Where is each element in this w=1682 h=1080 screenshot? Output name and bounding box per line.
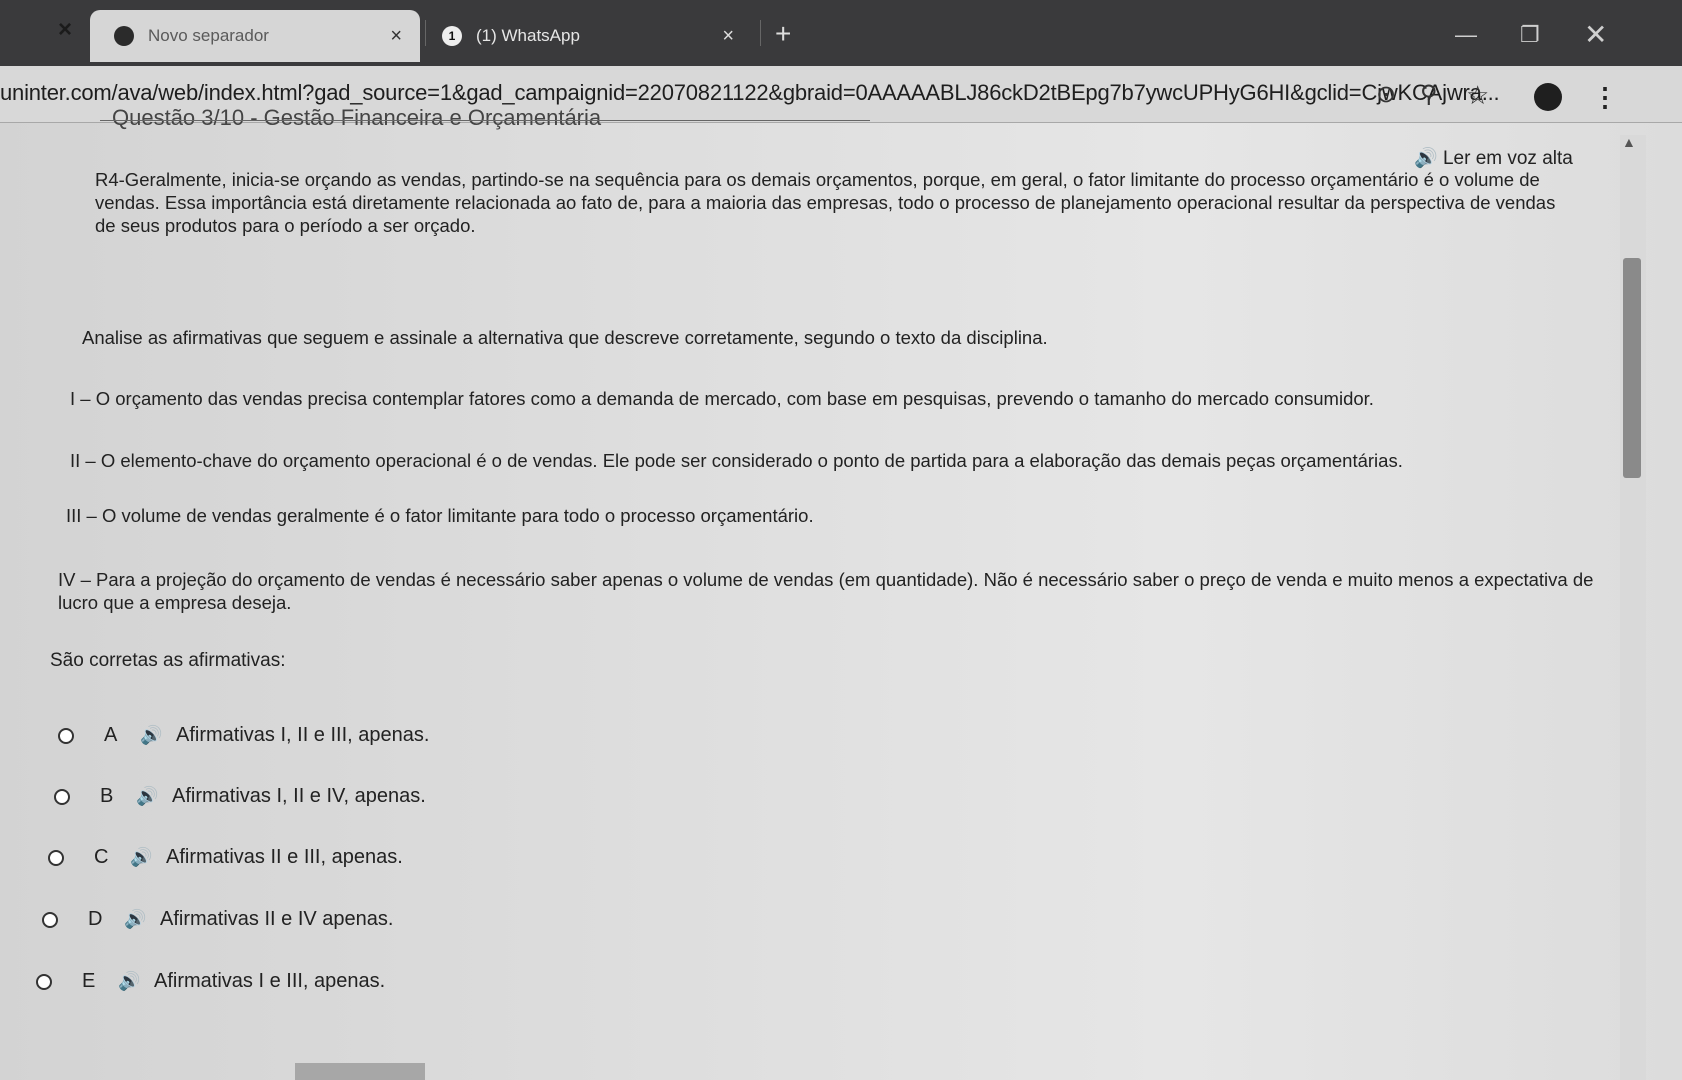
context-paragraph: R4-Geralmente, inicia-se orçando as vend… bbox=[95, 169, 1556, 236]
radio-button[interactable] bbox=[58, 727, 74, 744]
bookmark-star-icon[interactable]: ☆ bbox=[1466, 80, 1489, 111]
close-icon[interactable]: × bbox=[390, 25, 402, 48]
radio-button[interactable] bbox=[54, 788, 70, 805]
url-text[interactable]: uninter.com/ava/web/index.html?gad_sourc… bbox=[0, 80, 1500, 106]
incognito-lens-icon[interactable]: ⊙ bbox=[1376, 80, 1396, 109]
option-text: Afirmativas II e III, apenas. bbox=[166, 846, 403, 868]
option-letter: E bbox=[82, 970, 96, 992]
statement-2: II – O elemento-chave do orçamento opera… bbox=[70, 450, 1403, 471]
statement-1: I – O orçamento das vendas precisa conte… bbox=[70, 388, 1374, 409]
option-text: Afirmativas I, II e IV, apenas. bbox=[172, 785, 426, 807]
tab-separator bbox=[760, 20, 761, 46]
option-a[interactable]: A 🔊 Afirmativas I, II e III, apenas. bbox=[58, 724, 429, 747]
bottom-tab-strip bbox=[295, 1063, 425, 1080]
scroll-up-icon[interactable]: ▲ bbox=[1622, 134, 1636, 150]
tab-separator bbox=[425, 20, 426, 46]
close-tab-icon[interactable]: × bbox=[58, 16, 72, 44]
option-b[interactable]: B 🔊 Afirmativas I, II e IV, apenas. bbox=[54, 785, 426, 808]
new-tab-button[interactable]: + bbox=[775, 18, 791, 50]
option-text: Afirmativas I e III, apenas. bbox=[154, 970, 386, 992]
option-c[interactable]: C 🔊 Afirmativas II e III, apenas. bbox=[48, 846, 403, 869]
option-letter: D bbox=[88, 908, 103, 930]
question-heading: Questão 3/10 - Gestão Financeira e Orçam… bbox=[99, 105, 871, 130]
option-text: Afirmativas I, II e III, apenas. bbox=[176, 724, 430, 746]
radio-button[interactable] bbox=[48, 849, 64, 866]
speaker-icon[interactable]: 🔊 bbox=[136, 786, 172, 807]
option-text: Afirmativas II e IV apenas. bbox=[160, 908, 394, 930]
whatsapp-badge-icon: 1 bbox=[442, 26, 462, 46]
speaker-icon: 🔊 bbox=[1414, 148, 1438, 169]
option-letter: A bbox=[104, 724, 118, 746]
statement-4: IV – Para a projeção do orçamento de ven… bbox=[58, 569, 1594, 613]
speaker-icon[interactable]: 🔊 bbox=[140, 725, 176, 746]
speaker-icon[interactable]: 🔊 bbox=[124, 909, 160, 930]
statement-3: III – O volume de vendas geralmente é o … bbox=[66, 505, 814, 526]
browser-menu-icon[interactable]: ⋮ bbox=[1592, 82, 1618, 113]
option-letter: B bbox=[100, 785, 114, 807]
tab-favicon-icon bbox=[114, 26, 134, 46]
speaker-icon[interactable]: 🔊 bbox=[130, 847, 166, 868]
option-letter: C bbox=[94, 846, 109, 868]
window-close-icon[interactable]: ✕ bbox=[1584, 18, 1607, 51]
radio-button[interactable] bbox=[42, 911, 58, 928]
minimize-icon[interactable]: — bbox=[1455, 22, 1477, 48]
tab-title: (1) WhatsApp bbox=[476, 26, 580, 45]
option-d[interactable]: D 🔊 Afirmativas II e IV apenas. bbox=[42, 908, 393, 931]
search-icon[interactable]: ⚲ bbox=[1420, 80, 1438, 109]
close-icon[interactable]: × bbox=[722, 25, 734, 48]
speaker-icon[interactable]: 🔊 bbox=[118, 971, 154, 992]
tab-whatsapp[interactable]: 1 (1) WhatsApp × bbox=[430, 10, 752, 62]
tab-novo-separador[interactable]: Novo separador × bbox=[90, 10, 420, 62]
profile-avatar[interactable] bbox=[1534, 83, 1562, 111]
question-prompt: Analise as afirmativas que seguem e assi… bbox=[82, 327, 1048, 348]
scrollbar-thumb[interactable] bbox=[1623, 258, 1641, 478]
correct-statements-label: São corretas as afirmativas: bbox=[50, 650, 286, 671]
restore-icon[interactable]: ❐ bbox=[1520, 22, 1540, 48]
radio-button[interactable] bbox=[36, 973, 52, 990]
tab-title: Novo separador bbox=[148, 26, 269, 45]
option-e[interactable]: E 🔊 Afirmativas I e III, apenas. bbox=[36, 970, 385, 993]
read-aloud-label: Ler em voz alta bbox=[1442, 148, 1573, 169]
read-aloud-button[interactable]: 🔊 Ler em voz alta bbox=[1414, 146, 1573, 170]
